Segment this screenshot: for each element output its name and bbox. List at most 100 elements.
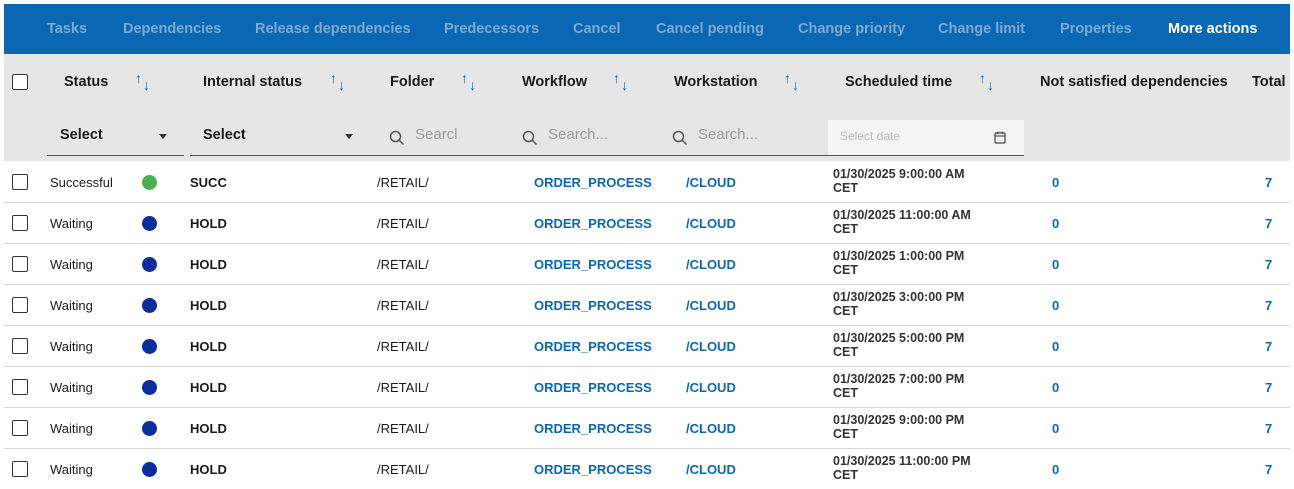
- search-icon: [672, 130, 688, 146]
- internal-status-cell: HOLD: [190, 380, 227, 395]
- table-row[interactable]: Waiting HOLD/RETAIL/ORDER_PROCESS/CLOUD 01…: [4, 367, 1290, 408]
- sort-folder-icon[interactable]: ↑ ↓: [461, 70, 481, 94]
- folder-cell: /RETAIL/: [377, 339, 429, 354]
- toolbar-tasks-button[interactable]: Tasks: [47, 4, 87, 54]
- folder-cell: /RETAIL/: [377, 462, 429, 477]
- internal-status-cell: HOLD: [190, 216, 227, 231]
- workstation-link[interactable]: /CLOUD: [686, 298, 736, 313]
- column-header-total: Total: [1252, 74, 1286, 90]
- workflow-link[interactable]: ORDER_PROCESS: [534, 339, 652, 354]
- workflow-link[interactable]: ORDER_PROCESS: [534, 298, 652, 313]
- scheduled-date-picker[interactable]: Select date: [828, 120, 1024, 156]
- workstation-link[interactable]: /CLOUD: [686, 216, 736, 231]
- internal-status-cell: SUCC: [190, 175, 227, 190]
- workstation-link[interactable]: /CLOUD: [686, 462, 736, 477]
- table-row[interactable]: Successful SUCC/RETAIL/ORDER_PROCESS/CLOU…: [4, 162, 1290, 203]
- status-dot-icon: [142, 298, 157, 313]
- status-dot-icon: [142, 257, 157, 272]
- select-all-checkbox[interactable]: [12, 74, 28, 90]
- folder-cell: /RETAIL/: [377, 175, 429, 190]
- status-dot-icon: [142, 421, 157, 436]
- search-icon: [522, 130, 538, 146]
- workflow-link[interactable]: ORDER_PROCESS: [534, 380, 652, 395]
- row-checkbox[interactable]: [12, 420, 28, 436]
- total-dependencies-link[interactable]: 7: [1265, 421, 1272, 436]
- not-satisfied-dependencies-link[interactable]: 0: [1052, 462, 1059, 477]
- internal-status-cell: HOLD: [190, 462, 227, 477]
- toolbar-dependencies-button[interactable]: Dependencies: [123, 4, 221, 54]
- table-row[interactable]: Waiting HOLD/RETAIL/ORDER_PROCESS/CLOUD 01…: [4, 326, 1290, 367]
- table-row[interactable]: Waiting HOLD/RETAIL/ORDER_PROCESS/CLOUD 01…: [4, 203, 1290, 244]
- workflow-search-input[interactable]: Search...: [500, 120, 650, 156]
- toolbar-cancel-button[interactable]: Cancel: [573, 4, 621, 54]
- table-row[interactable]: Waiting HOLD/RETAIL/ORDER_PROCESS/CLOUD 01…: [4, 408, 1290, 449]
- status-cell: Successful: [50, 175, 113, 190]
- not-satisfied-dependencies-link[interactable]: 0: [1052, 216, 1059, 231]
- scheduled-time-cell: 01/30/2025 11:00:00 PM CET: [833, 454, 971, 482]
- table-header: Status ↑ ↓ Internal status ↑ ↓ Folder ↑ ↓ W…: [4, 54, 1290, 161]
- sort-workstation-icon[interactable]: ↑ ↓: [784, 70, 804, 94]
- internal-status-cell: HOLD: [190, 339, 227, 354]
- not-satisfied-dependencies-link[interactable]: 0: [1052, 339, 1059, 354]
- row-checkbox[interactable]: [12, 461, 28, 477]
- workflow-link[interactable]: ORDER_PROCESS: [534, 462, 652, 477]
- total-dependencies-link[interactable]: 7: [1265, 380, 1272, 395]
- column-header-workflow: Workflow: [522, 74, 587, 90]
- workflow-link[interactable]: ORDER_PROCESS: [534, 257, 652, 272]
- total-dependencies-link[interactable]: 7: [1265, 339, 1272, 354]
- workflow-link[interactable]: ORDER_PROCESS: [534, 216, 652, 231]
- workflow-link[interactable]: ORDER_PROCESS: [534, 421, 652, 436]
- scheduled-time-cell: 01/30/2025 1:00:00 PM CET: [833, 249, 965, 277]
- workstation-link[interactable]: /CLOUD: [686, 175, 736, 190]
- sort-scheduled-time-icon[interactable]: ↑ ↓: [979, 70, 999, 94]
- toolbar-cancel-pending-button[interactable]: Cancel pending: [656, 4, 764, 54]
- row-checkbox[interactable]: [12, 297, 28, 313]
- not-satisfied-dependencies-link[interactable]: 0: [1052, 257, 1059, 272]
- row-checkbox[interactable]: [12, 338, 28, 354]
- toolbar-release-dependencies-button[interactable]: Release dependencies: [255, 4, 411, 54]
- chevron-down-icon: [159, 134, 167, 139]
- row-checkbox[interactable]: [12, 379, 28, 395]
- toolbar-change-limit-button[interactable]: Change limit: [938, 4, 1025, 54]
- workstation-link[interactable]: /CLOUD: [686, 421, 736, 436]
- status-dot-icon: [142, 380, 157, 395]
- not-satisfied-dependencies-link[interactable]: 0: [1052, 298, 1059, 313]
- status-filter-select[interactable]: Select: [47, 120, 184, 156]
- total-dependencies-link[interactable]: 7: [1265, 462, 1272, 477]
- total-dependencies-link[interactable]: 7: [1265, 175, 1272, 190]
- row-checkbox[interactable]: [12, 256, 28, 272]
- sort-workflow-icon[interactable]: ↑ ↓: [613, 70, 633, 94]
- total-dependencies-link[interactable]: 7: [1265, 298, 1272, 313]
- table-row[interactable]: Waiting HOLD/RETAIL/ORDER_PROCESS/CLOUD 01…: [4, 285, 1290, 326]
- status-dot-icon: [142, 462, 157, 477]
- calendar-icon[interactable]: [994, 131, 1006, 144]
- folder-cell: /RETAIL/: [377, 421, 429, 436]
- folder-cell: /RETAIL/: [377, 298, 429, 313]
- row-checkbox[interactable]: [12, 174, 28, 190]
- not-satisfied-dependencies-link[interactable]: 0: [1052, 175, 1059, 190]
- folder-search-input[interactable]: Searcl: [367, 120, 500, 156]
- toolbar-change-priority-button[interactable]: Change priority: [798, 4, 905, 54]
- not-satisfied-dependencies-link[interactable]: 0: [1052, 421, 1059, 436]
- workstation-search-input[interactable]: Search...: [650, 120, 828, 156]
- workstation-link[interactable]: /CLOUD: [686, 339, 736, 354]
- table-row[interactable]: Waiting HOLD/RETAIL/ORDER_PROCESS/CLOUD 01…: [4, 244, 1290, 285]
- workstation-link[interactable]: /CLOUD: [686, 380, 736, 395]
- folder-cell: /RETAIL/: [377, 216, 429, 231]
- not-satisfied-dependencies-link[interactable]: 0: [1052, 380, 1059, 395]
- row-checkbox[interactable]: [12, 215, 28, 231]
- status-cell: Waiting: [50, 462, 93, 477]
- internal-status-filter-select[interactable]: Select: [190, 120, 367, 156]
- workflow-link[interactable]: ORDER_PROCESS: [534, 175, 652, 190]
- toolbar-more-actions-button[interactable]: More actions: [1168, 4, 1257, 54]
- workstation-link[interactable]: /CLOUD: [686, 257, 736, 272]
- internal-status-cell: HOLD: [190, 421, 227, 436]
- table-row[interactable]: Waiting HOLD/RETAIL/ORDER_PROCESS/CLOUD 01…: [4, 449, 1290, 489]
- total-dependencies-link[interactable]: 7: [1265, 216, 1272, 231]
- status-cell: Waiting: [50, 257, 93, 272]
- total-dependencies-link[interactable]: 7: [1265, 257, 1272, 272]
- toolbar-properties-button[interactable]: Properties: [1060, 4, 1132, 54]
- sort-internal-status-icon[interactable]: ↑ ↓: [330, 70, 350, 94]
- sort-status-icon[interactable]: ↑ ↓: [135, 70, 155, 94]
- toolbar-predecessors-button[interactable]: Predecessors: [444, 4, 539, 54]
